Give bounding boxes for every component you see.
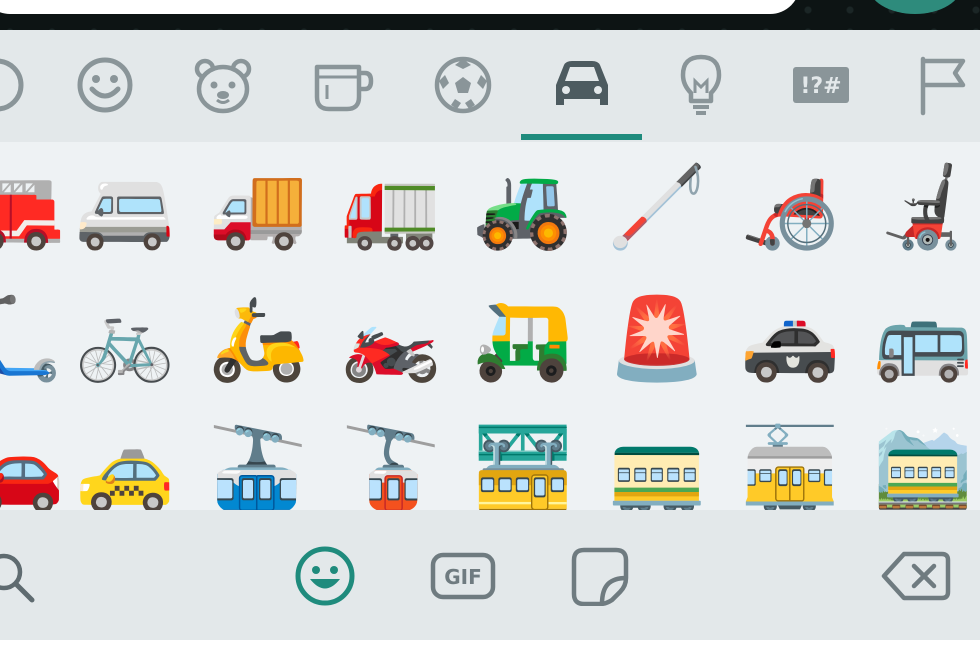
backspace-button[interactable] [880,550,952,602]
lightbulb-icon [680,54,722,115]
backspace-icon [881,551,951,601]
search-icon [0,553,35,603]
gif-tab-button[interactable]: GIF [430,552,496,600]
gif-label: GIF [444,565,482,589]
emoji-fire-engine[interactable]: 🚒 [0,152,70,262]
emoji-minibus[interactable]: 🚐 [70,152,180,262]
bear-icon [194,58,252,114]
sticker-tab-button[interactable] [570,546,630,606]
emoji-category-bar: !?# [0,30,980,142]
emoji-tab-button[interactable] [293,544,357,608]
emoji-auto-rickshaw[interactable]: 🛺 [468,284,578,394]
emoji-taxi[interactable]: 🚕 [70,414,180,510]
clock-icon [0,58,24,112]
activity-category-tab[interactable] [428,50,498,120]
emoji-police-light[interactable]: 🚨 [602,284,712,394]
emoji-railway-car[interactable]: 🚃 [602,414,712,510]
emoji-tractor[interactable]: 🚜 [468,152,578,262]
emoji-kick-scooter[interactable]: 🛴 [0,284,70,394]
symbols-category-tab[interactable]: !?# [786,50,856,120]
car-icon [556,61,608,105]
emoji-tram-car[interactable]: 🚋 [735,414,845,510]
objects-category-tab[interactable] [666,50,736,120]
emoji-grid: 🚒 🚐 🚚 🚛 🚜 🦯 🦽 🦼 🛴 🚲 🛵 🏍️ 🛺 🚨 🚓 🚌 🚗 🚕 🚠 🚡… [0,142,980,510]
emoji-delivery-truck[interactable]: 🚚 [203,152,313,262]
symbols-label: !?# [800,74,841,99]
emoji-motorcycle[interactable]: 🏍️ [336,284,446,394]
cup-icon [314,64,374,112]
emoji-bus[interactable]: 🚌 [868,284,978,394]
emoji-white-cane[interactable]: 🦯 [602,152,712,262]
emoji-keyboard: !?# 🚒 🚐 🚚 🚛 🚜 🦯 🦽 🦼 🛴 🚲 🛵 🏍️ 🛺 🚨 🚓 🚌 🚗 🚕… [0,30,980,640]
animals-category-tab[interactable] [188,50,258,120]
gif-icon: GIF [430,552,496,600]
emoji-suspension-railway[interactable]: 🚟 [468,414,578,510]
symbols-icon: !?# [793,67,849,103]
recent-category-tab[interactable] [0,50,32,120]
emoji-mountain-cableway[interactable]: 🚠 [203,414,313,510]
sticker-icon [571,547,629,606]
soccer-ball-icon [434,56,492,114]
travel-category-tab[interactable] [547,50,617,120]
selected-category-indicator [521,134,642,140]
emoji-mountain-railway[interactable]: 🚞 [868,414,978,510]
emoji-bicycle[interactable]: 🚲 [70,284,180,394]
bottom-edge [0,640,980,653]
keyboard-bottom-bar: GIF [0,510,980,640]
message-input-field[interactable] [0,0,800,14]
emoji-motorized-wheelchair[interactable]: 🦼 [868,152,978,262]
flags-category-tab[interactable] [906,50,976,120]
chat-background-strip [0,0,980,30]
emoji-manual-wheelchair[interactable]: 🦽 [735,152,845,262]
emoji-aerial-tramway[interactable]: 🚡 [336,414,446,510]
emoji-search-button[interactable] [0,546,46,606]
emoji-automobile[interactable]: 🚗 [0,414,70,510]
smileys-category-tab[interactable] [70,50,140,120]
flag-icon [920,56,966,116]
food-category-tab[interactable] [308,50,378,120]
emoji-motor-scooter[interactable]: 🛵 [203,284,313,394]
emoji-police-car[interactable]: 🚓 [735,284,845,394]
emoji-tab-icon [295,546,355,606]
smiley-icon [77,57,133,113]
emoji-articulated-lorry[interactable]: 🚛 [336,152,446,262]
